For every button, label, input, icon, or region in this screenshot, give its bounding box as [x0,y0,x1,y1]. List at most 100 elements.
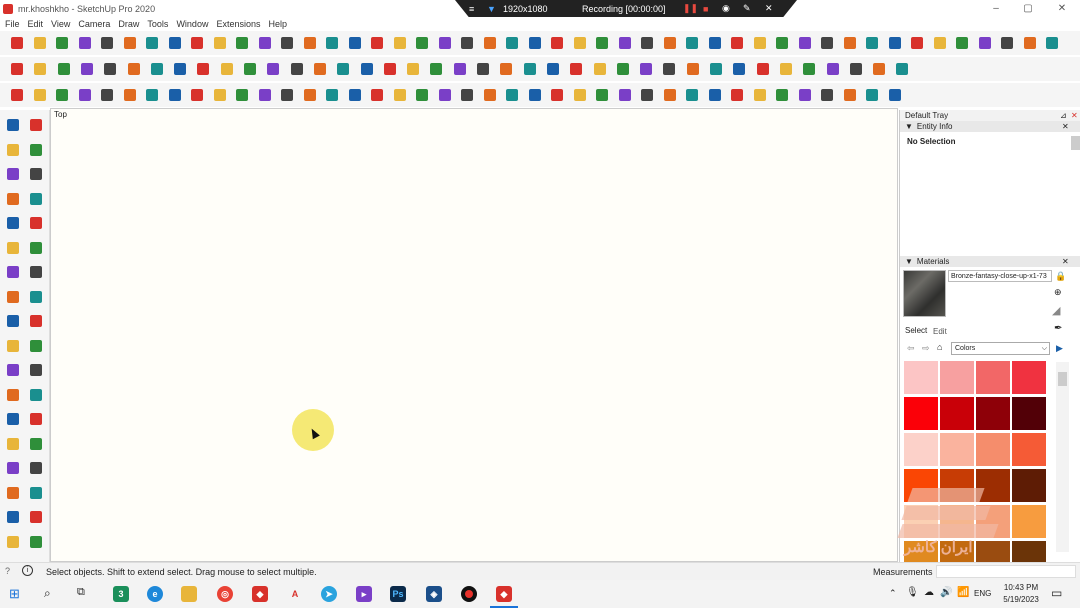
toolbar-tool-icon[interactable] [594,35,610,51]
toolbar-tool-icon[interactable] [842,35,858,51]
left-tool-icon[interactable] [28,411,44,427]
menu-help[interactable]: Help [268,19,287,29]
maximize-button[interactable]: ▢ [1012,0,1044,17]
toolbar-tool-icon[interactable] [54,35,70,51]
toolbar-tool-icon[interactable] [504,87,520,103]
toolbar-tool-icon[interactable] [482,35,498,51]
toolbar-tool-icon[interactable] [1022,35,1038,51]
notification-icon[interactable]: ▭ [1051,586,1062,600]
toolbar-tool-icon[interactable] [638,61,654,77]
toolbar-tool-icon[interactable] [848,61,864,77]
pause-icon[interactable]: ❚❚ [683,3,698,14]
toolbar-tool-icon[interactable] [801,61,817,77]
left-tool-icon[interactable] [28,215,44,231]
toolbar-tool-icon[interactable] [498,61,514,77]
toolbar-tool-icon[interactable] [149,61,165,77]
toolbar-tool-icon[interactable] [685,61,701,77]
left-tool-icon[interactable] [5,509,21,525]
toolbar-tool-icon[interactable] [504,35,520,51]
visual-studio-icon[interactable]: ▸ [356,586,372,602]
recorder-close-icon[interactable]: ✕ [765,3,773,14]
toolbar-tool-icon[interactable] [289,61,305,77]
color-swatch[interactable] [976,433,1010,466]
record-icon[interactable] [461,586,477,602]
toolbar-tool-icon[interactable] [662,87,678,103]
toolbar-tool-icon[interactable] [279,35,295,51]
toolbar-tool-icon[interactable] [189,87,205,103]
taskbar-app-icon[interactable]: 3 [113,586,129,602]
eyedropper-icon[interactable]: ✒ [1054,323,1062,334]
toolbar-tool-icon[interactable] [324,87,340,103]
toolbar-tool-icon[interactable] [684,87,700,103]
entity-info-scrollbar[interactable] [1071,136,1080,150]
toolbar-tool-icon[interactable] [392,87,408,103]
toolbar-tool-icon[interactable] [708,61,724,77]
toolbar-tool-icon[interactable] [549,87,565,103]
toolbar-tool-icon[interactable] [257,87,273,103]
materials-close-icon[interactable]: ✕ [1062,257,1069,266]
toolbar-tool-icon[interactable] [54,87,70,103]
clock-date[interactable]: 5/19/2023 [1000,595,1042,604]
toolbar-tool-icon[interactable] [871,61,887,77]
help-icon[interactable]: ? [5,566,10,576]
toolbar-tool-icon[interactable] [819,87,835,103]
toolbar-tool-icon[interactable] [774,87,790,103]
info-icon[interactable]: i [22,565,33,576]
toolbar-tool-icon[interactable] [1044,35,1060,51]
left-tool-icon[interactable] [28,509,44,525]
toolbar-tool-icon[interactable] [428,61,444,77]
left-tool-icon[interactable] [5,264,21,280]
toolbar-tool-icon[interactable] [9,87,25,103]
left-tool-icon[interactable] [28,117,44,133]
toolbar-tool-icon[interactable] [639,35,655,51]
toolbar-tool-icon[interactable] [122,35,138,51]
back-arrow-icon[interactable]: ⇦ [907,343,915,354]
color-swatch[interactable] [940,433,974,466]
toolbar-tool-icon[interactable] [752,87,768,103]
language-indicator[interactable]: ENG [974,589,991,598]
left-tool-icon[interactable] [28,313,44,329]
materials-tab-select[interactable]: Select [905,326,927,335]
forward-arrow-icon[interactable]: ⇨ [922,343,930,354]
swatch-scrollbar[interactable] [1056,362,1069,552]
left-tool-icon[interactable] [5,411,21,427]
toolbar-tool-icon[interactable] [195,61,211,77]
details-arrow-icon[interactable]: ▶ [1056,343,1063,354]
color-swatch[interactable] [904,433,938,466]
menu-tools[interactable]: Tools [147,19,168,29]
left-tool-icon[interactable] [5,289,21,305]
materials-tab-edit[interactable]: Edit [933,327,947,336]
toolbar-tool-icon[interactable] [887,87,903,103]
sketchup-taskbar-icon[interactable]: ◆ [252,586,268,602]
toolbar-tool-icon[interactable] [9,35,25,51]
toolbar-tool-icon[interactable] [257,35,273,51]
menu-file[interactable]: File [5,19,20,29]
left-tool-icon[interactable] [28,436,44,452]
default-material-icon[interactable]: ◢ [1052,304,1060,317]
toolbar-tool-icon[interactable] [522,61,538,77]
toolbar-tool-icon[interactable] [126,61,142,77]
left-tool-icon[interactable] [28,362,44,378]
measurements-input[interactable] [936,565,1076,578]
toolbar-tool-icon[interactable] [9,61,25,77]
left-tool-icon[interactable] [28,191,44,207]
toolbar-tool-icon[interactable] [797,35,813,51]
clock-time[interactable]: 10:43 PM [1002,583,1040,592]
left-tool-icon[interactable] [5,534,21,550]
photoshop-icon[interactable]: Ps [390,586,406,602]
toolbar-tool-icon[interactable] [568,61,584,77]
toolbar-tool-icon[interactable] [707,87,723,103]
3d-app-icon[interactable]: ◈ [426,586,442,602]
network-icon[interactable]: ☁ [924,587,934,598]
toolbar-tool-icon[interactable] [172,61,188,77]
left-tool-icon[interactable] [28,338,44,354]
toolbar-tool-icon[interactable] [77,87,93,103]
toolbar-tool-icon[interactable] [527,35,543,51]
windows-start-icon[interactable]: ⊞ [9,586,20,602]
toolbar-tool-icon[interactable] [729,35,745,51]
toolbar-tool-icon[interactable] [864,87,880,103]
pin-icon[interactable]: ▼ [487,4,496,14]
stop-icon[interactable]: ■ [703,4,708,14]
toolbar-tool-icon[interactable] [189,35,205,51]
toolbar-tool-icon[interactable] [212,35,228,51]
